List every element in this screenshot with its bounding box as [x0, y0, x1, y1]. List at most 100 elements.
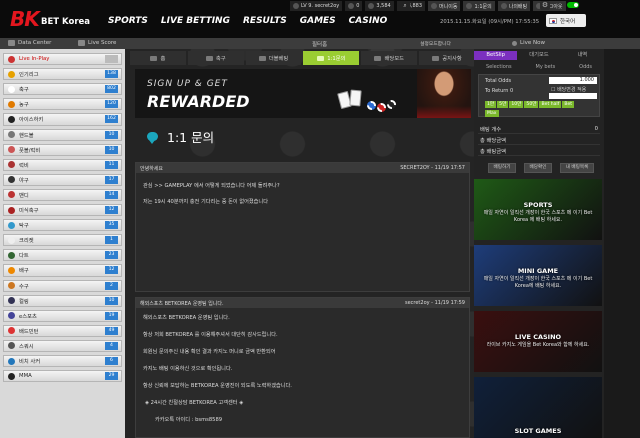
sidebar-item-count: 1	[105, 236, 118, 245]
promo-title: MINI GAME	[517, 267, 559, 275]
sidebar-item[interactable]: Live In-Play	[3, 53, 122, 66]
badminton-icon	[8, 327, 15, 335]
nav-live-betting[interactable]: LIVE BETTING	[161, 16, 230, 26]
logo-mark: BK	[10, 7, 40, 31]
tab-double-bet[interactable]: 더블베팅	[245, 51, 302, 65]
tab-home[interactable]: 홈	[130, 51, 186, 65]
search-icon[interactable]: ⌕	[400, 1, 410, 10]
sidebar-item[interactable]: 풋볼/럭비 10	[3, 143, 122, 156]
sidebar-item[interactable]: 배드민턴 49	[3, 324, 122, 337]
water-polo-icon	[8, 282, 15, 290]
live-now-toggle[interactable]	[567, 2, 579, 8]
sidebar-item[interactable]: e스포츠 19	[3, 309, 122, 322]
tab-betslip[interactable]: BetSlip	[474, 51, 518, 60]
live-dot-icon	[512, 40, 517, 46]
odds-change-checkbox[interactable]: ☐ 배당변경 적용	[551, 86, 586, 93]
sidebar-item-count: 138	[105, 70, 118, 79]
sidebar-item[interactable]: 스쿼시 4	[3, 339, 122, 353]
user-level[interactable]: LV 9. secret2oy	[290, 1, 343, 11]
my-bets-button[interactable]: 나의배팅	[497, 1, 531, 11]
sidebar-item[interactable]: 인기리그 138	[3, 68, 122, 81]
amount-50k-button[interactable]: 5만	[497, 101, 509, 108]
nav-results[interactable]: RESULTS	[243, 16, 287, 26]
reply-line: 항상 저희 BETKOREA 를 이용해주셔서 대단히 감사드립니다.	[143, 332, 278, 338]
sidebar-item-label: 컬링	[19, 298, 29, 305]
sidebar-item[interactable]: 야구 17	[3, 173, 122, 186]
double-bet-icon	[258, 55, 266, 61]
sidebar-item[interactable]: 밴디 14	[3, 188, 122, 202]
sidebar-item[interactable]: 럭비 11	[3, 158, 122, 171]
reply-header: 해외스포츠 BETKOREA 운영팀 입니다. secret2oy - 11/1…	[136, 298, 469, 308]
sidebar-item[interactable]: 컬링 10	[3, 294, 122, 307]
nav-games[interactable]: GAMES	[300, 16, 336, 26]
gear-icon[interactable]: ⚙	[540, 1, 550, 10]
my-bets-list-button[interactable]: 내 배팅목록	[560, 163, 594, 173]
promo-desc: 라이브 카지노 게임을 Bet Korea와 함께 하세요.	[486, 342, 590, 348]
american-football-icon	[8, 206, 15, 214]
tab-inquiry[interactable]: 1:1문의	[303, 51, 360, 65]
squash-icon	[8, 342, 15, 350]
nav-sports[interactable]: SPORTS	[108, 16, 148, 26]
ticket-icon	[500, 3, 507, 9]
check-odds-button[interactable]: 배당확인	[524, 163, 552, 173]
tab-history[interactable]: 내역	[561, 51, 604, 60]
betslip-column: BetSlip 대기모드 내역 Selections My bets Odds …	[474, 49, 604, 438]
promo-live-casino[interactable]: LIVE CASINO 라이브 카지노 게임을 Bet Korea와 함께 하세요…	[474, 311, 602, 372]
sidebar-item[interactable]: 다트 23	[3, 249, 122, 262]
brand-logo[interactable]: BK BET Korea	[10, 7, 105, 31]
sub-bar: Data Center Live Score 필터홈 설정모드합니다 Live …	[0, 38, 640, 49]
korea-flag-icon	[549, 17, 557, 24]
promo-banner[interactable]: SIGN UP & GET REWARDED	[135, 69, 471, 118]
max-button[interactable]: Max	[485, 110, 499, 117]
odds-icon	[374, 55, 382, 61]
inquiry-header: 안녕하세요 SECRET2OY - 11/19 17:57	[136, 163, 469, 173]
place-bet-button[interactable]: 배팅하기	[488, 163, 516, 173]
dealer-image	[417, 69, 471, 118]
promo-sports[interactable]: SPORTS 매일 자연이 일직선 개장이 한국 스포츠 메 이기 Bet Kor…	[474, 179, 602, 240]
megaphone-icon	[432, 55, 440, 61]
esports-icon	[8, 312, 15, 320]
sidebar-item[interactable]: 수구 2	[3, 279, 122, 292]
amount-10k-button[interactable]: 1만	[485, 101, 497, 108]
sidebar-item[interactable]: 탁구 35	[3, 219, 122, 232]
sidebar-item-count: 11	[105, 160, 118, 169]
bet-amount-input[interactable]	[549, 93, 597, 99]
sidebar-item-count: 19	[105, 311, 118, 320]
reply-line: ◈ 24시간 친절상담 BETKOREA 고객센터 ◈	[145, 400, 244, 406]
live-now-toggle-label: Live Now	[512, 40, 545, 46]
inquiry-button[interactable]: 1:1문의	[463, 1, 495, 11]
nav-casino[interactable]: CASINO	[349, 16, 388, 26]
sidebar-item[interactable]: 아이스하키 162	[3, 113, 122, 126]
tab-odds-mode[interactable]: 배당모드	[361, 51, 418, 65]
reply-body: 해외스포츠 BETKOREA 운영팀 입니다. 항상 저희 BETKOREA 를 …	[136, 314, 469, 423]
tab-waiting[interactable]: 대기모드	[517, 51, 560, 60]
amount-500k-button[interactable]: 50만	[524, 101, 539, 108]
inquiry-line: 저는 19시 40분까지 충전 기다리는 중 돈이 없어졌습니다	[143, 199, 268, 205]
sidebar-item[interactable]: 비치 사커 6	[3, 355, 122, 368]
sidebar-item[interactable]: 미식축구 12	[3, 204, 122, 217]
banner-line2: REWARDED	[147, 92, 250, 111]
live-score-link[interactable]: Live Score	[78, 40, 116, 46]
money-transfer-button[interactable]: 머니이동	[428, 1, 461, 11]
sidebar-item[interactable]: MMA 29	[3, 370, 122, 383]
reply-line: 회원님 문의주신 내용 확인 결과 카지노 머니로 금액 반환되어	[143, 349, 276, 355]
promo-mini-game[interactable]: MINI GAME 매일 자연이 일직선 개장이 한국 스포츠 메 이기 Bet …	[474, 245, 602, 306]
bet-button[interactable]: Bet	[562, 101, 575, 108]
handball-icon	[8, 131, 15, 139]
data-center-link[interactable]: Data Center	[8, 40, 51, 46]
tab-soccer[interactable]: 축구	[187, 51, 244, 65]
promo-slot-games[interactable]: SLOT GAMES	[474, 377, 602, 438]
amount-100k-button[interactable]: 10만	[509, 101, 524, 108]
sidebar-item[interactable]: 크리켓 1	[3, 234, 122, 247]
sidebar-item[interactable]: 농구 120	[3, 98, 122, 111]
filter-home[interactable]: 필터홈	[312, 40, 327, 48]
language-select[interactable]: 한국어	[546, 14, 586, 27]
tab-notice[interactable]: 공지사항	[419, 51, 475, 65]
bet-half-button[interactable]: Bet half	[539, 101, 562, 108]
table-tennis-icon	[8, 221, 15, 229]
sidebar-item[interactable]: 핸드볼 10	[3, 128, 122, 141]
rugby-icon	[8, 161, 15, 169]
banner-line1: SIGN UP & GET	[147, 79, 228, 89]
sidebar-item[interactable]: 축구 802	[3, 83, 122, 96]
sidebar-item[interactable]: 배구 12	[3, 264, 122, 277]
